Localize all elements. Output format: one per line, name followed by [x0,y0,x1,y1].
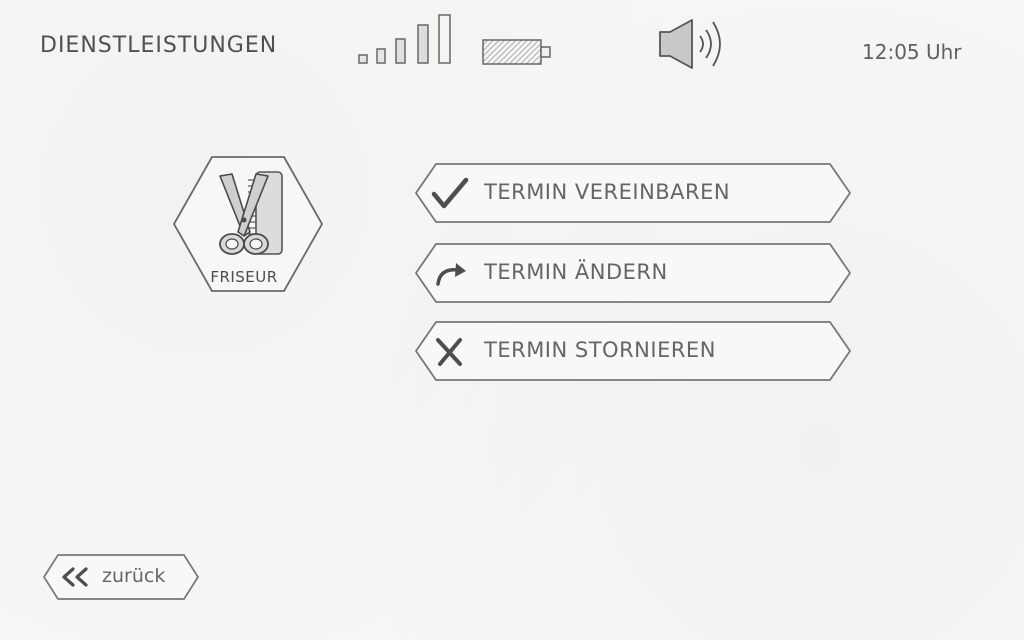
back-button[interactable]: zurück [42,553,200,601]
cancel-appointment-label: TERMIN STORNIEREN [484,338,716,362]
speaker-volume-icon[interactable] [656,16,728,72]
back-label: zurück [102,565,166,587]
cancel-appointment-button[interactable]: TERMIN STORNIEREN [414,320,852,382]
battery-icon [482,39,551,65]
schedule-appointment-label: TERMIN VEREINBAREN [484,180,731,204]
change-appointment-label: TERMIN ÄNDERN [484,260,668,284]
page-title: DIENSTLEISTUNGEN [40,33,278,58]
change-appointment-button[interactable]: TERMIN ÄNDERN [414,242,852,304]
signal-strength-icon [358,14,451,64]
redo-arrow-icon [436,263,466,286]
double-chevron-left-icon [62,567,88,587]
service-label: FRISEUR [210,268,278,286]
cross-icon [436,338,462,366]
clock-time: 12:05 Uhr [862,40,962,64]
schedule-appointment-button[interactable]: TERMIN VEREINBAREN [414,162,852,224]
checkmark-icon [431,177,469,209]
